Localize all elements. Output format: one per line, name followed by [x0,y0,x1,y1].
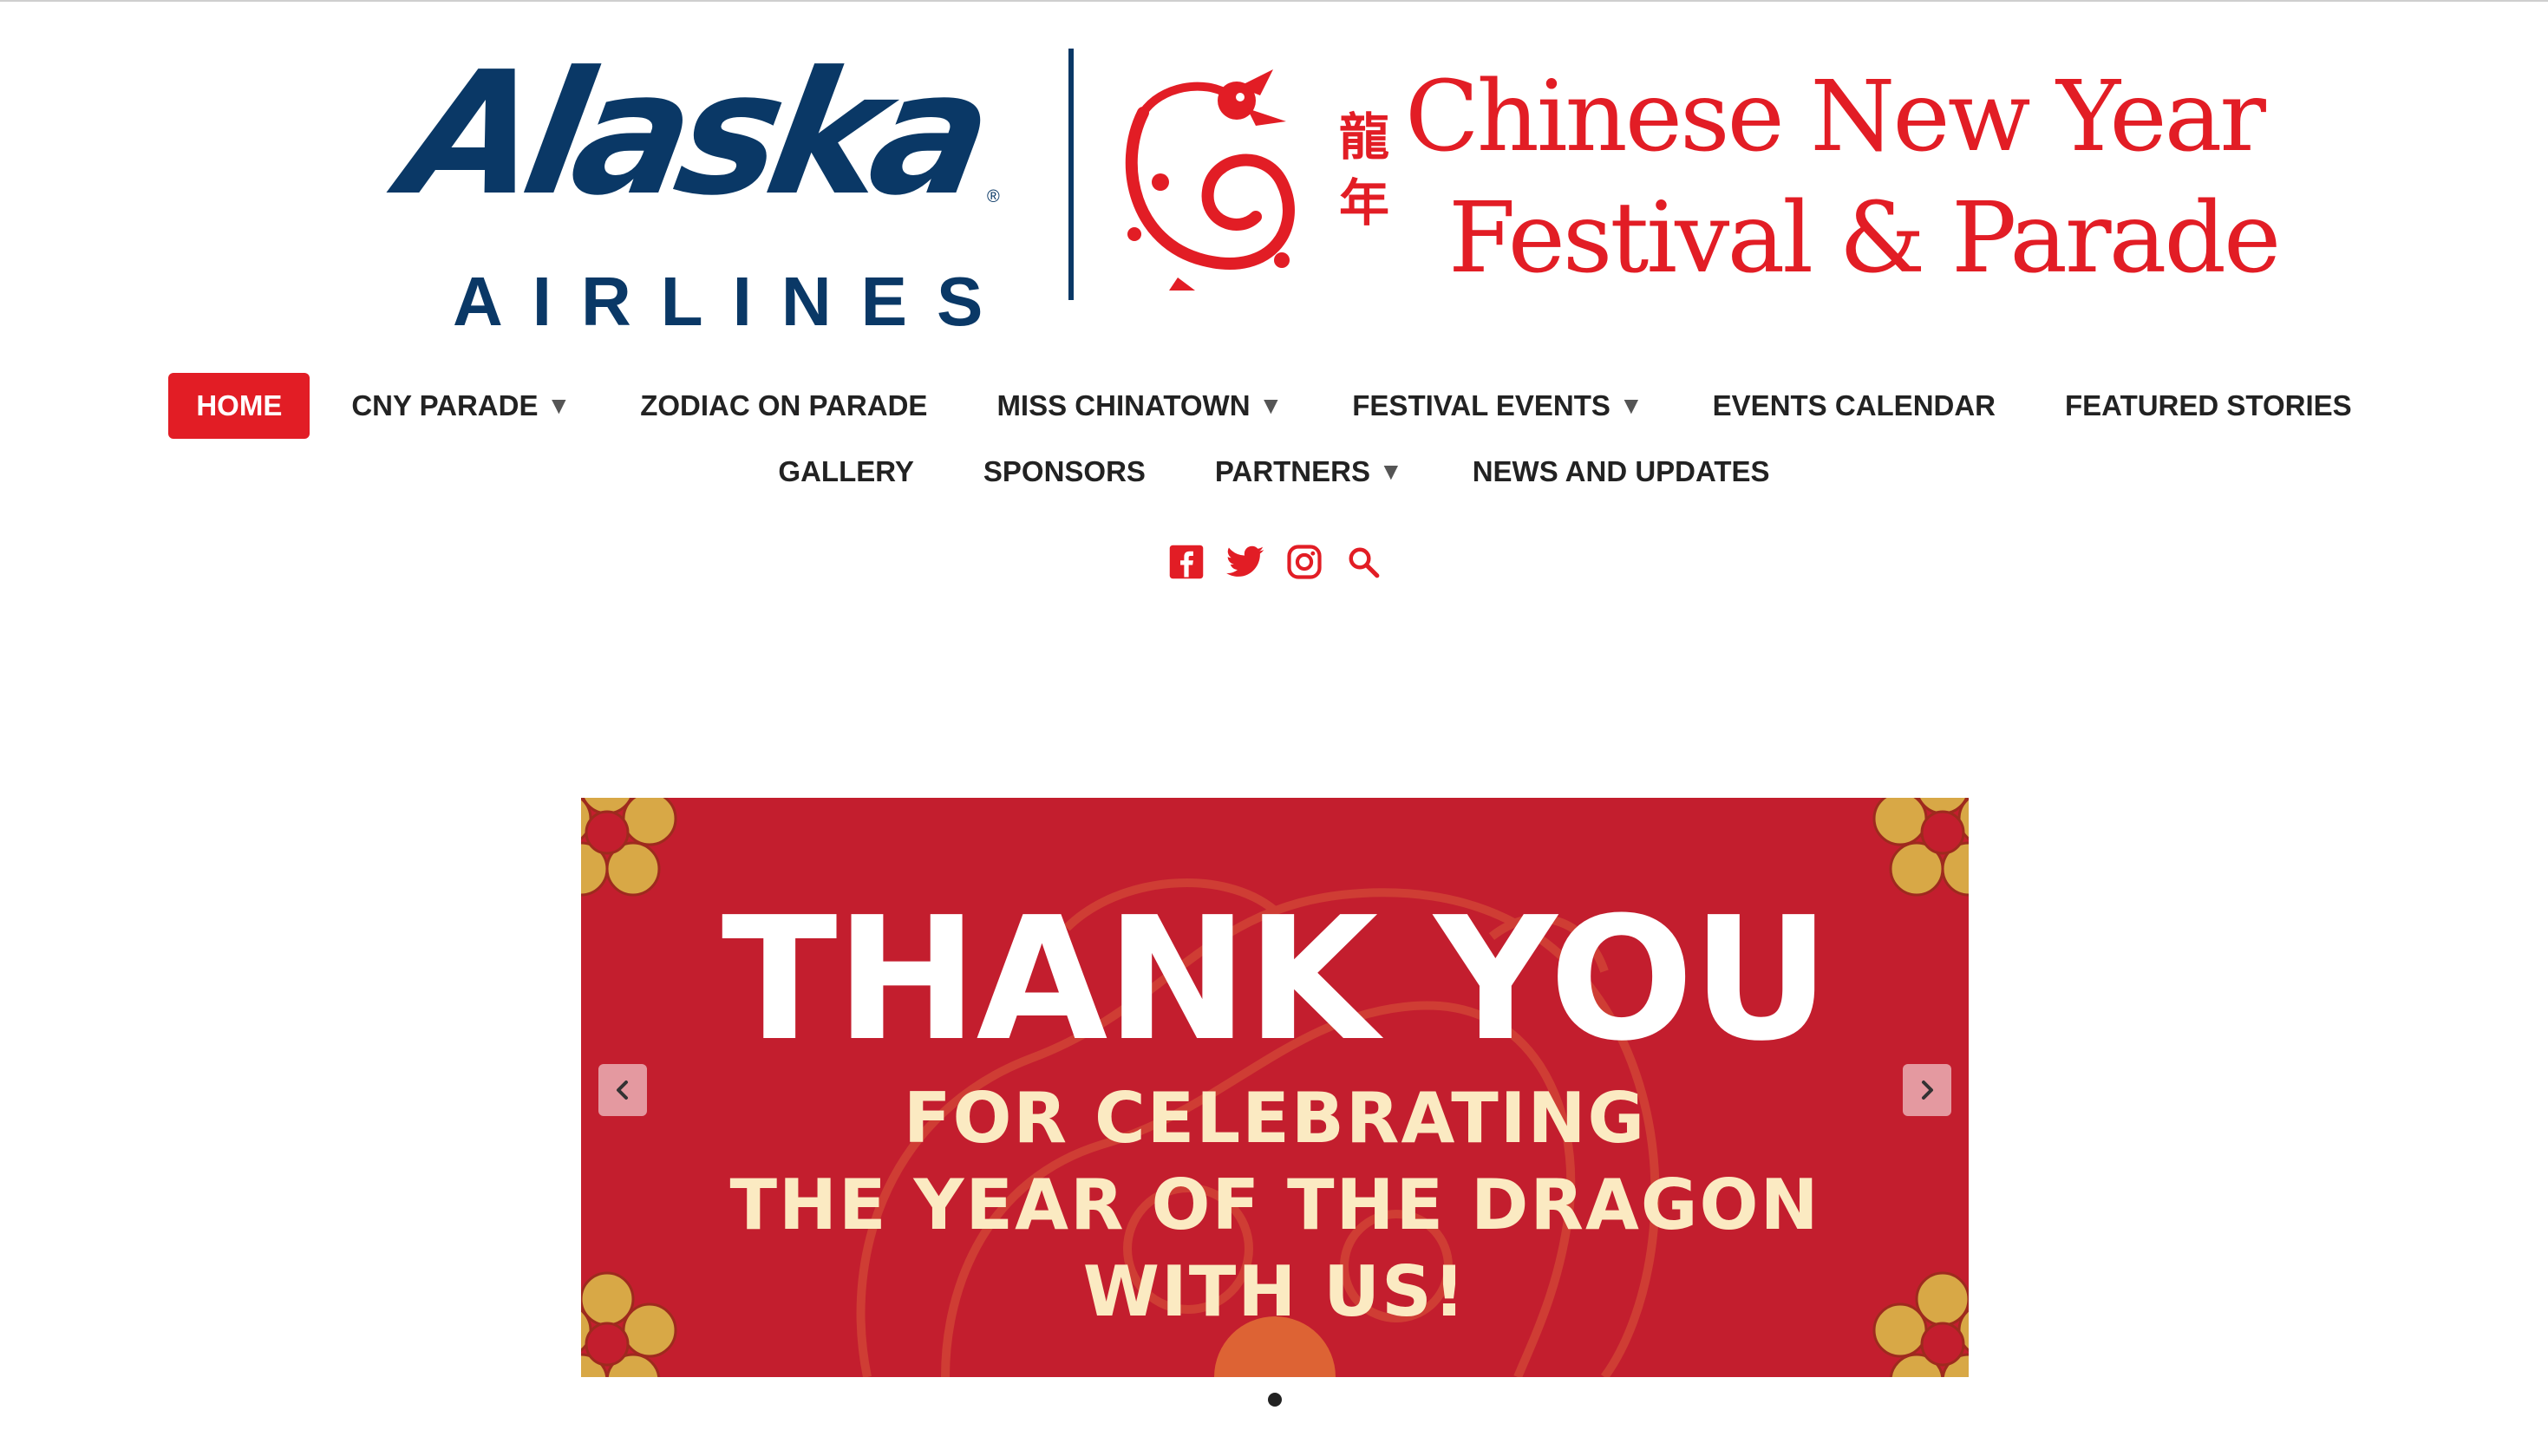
nav-item-partners[interactable]: PARTNERS ▼ [1187,439,1431,505]
nav-item-cny-parade[interactable]: CNY PARADE ▼ [323,373,598,439]
dragon-emblem-icon [1125,69,1295,291]
nav-item-label: ZODIAC ON PARADE [640,389,928,421]
caret-down-icon: ▼ [1618,392,1643,419]
nav-item-label: GALLERY [778,455,914,487]
nav-item-miss-chinatown[interactable]: MISS CHINATOWN ▼ [969,373,1310,439]
nav-item-label: NEWS AND UPDATES [1472,455,1770,487]
slider-dot-active[interactable] [1268,1393,1282,1407]
logo-divider [1068,49,1074,300]
nav-item-label: EVENTS CALENDAR [1712,389,1996,421]
nav-item-label: MISS CHINATOWN [996,389,1251,421]
social-links [1166,538,1392,586]
nav-item-label: CNY PARADE [351,389,539,421]
search-icon[interactable] [1343,542,1383,582]
airlines-wordmark: AIRLINES [453,263,1013,340]
caret-down-icon: ▼ [1258,392,1284,419]
chinese-char-year: 年 [1338,173,1389,232]
hero-slider: THANK YOU FOR CELEBRATING THE YEAR OF TH… [581,798,1969,1377]
chevron-right-icon [1922,1081,1933,1100]
nav-item-sponsors[interactable]: SPONSORS [956,439,1173,505]
nav-row-1: HOME CNY PARADE ▼ ZODIAC ON PARADE MISS … [0,371,2548,441]
slider-prev-button[interactable] [598,1064,647,1116]
slide-line: THE YEAR OF THE DRAGON [729,1165,1820,1245]
nav-item-zodiac-on-parade[interactable]: ZODIAC ON PARADE [612,373,955,439]
slider-dots [1262,1391,1288,1408]
nav-item-festival-events[interactable]: FESTIVAL EVENTS ▼ [1324,373,1670,439]
chevron-left-icon [617,1081,628,1100]
chinese-char-dragon: 龍 [1338,108,1389,166]
alaska-wordmark: Alaska [389,36,996,233]
slide-title: THANK YOU [721,881,1830,1079]
caret-down-icon: ▼ [546,392,572,419]
nav-item-label: SPONSORS [983,455,1146,487]
nav-item-events-calendar[interactable]: EVENTS CALENDAR [1685,373,2023,439]
slider-next-button[interactable] [1903,1064,1951,1116]
nav-row-2: GALLERY SPONSORS PARTNERS ▼ NEWS AND UPD… [0,437,2548,506]
nav-item-news-and-updates[interactable]: NEWS AND UPDATES [1445,439,1798,505]
caret-down-icon: ▼ [1379,458,1403,485]
nav-item-gallery[interactable]: GALLERY [750,439,941,505]
site-logo[interactable]: Alaska ® AIRLINES 龍 年 Chinese New Year F… [390,35,2281,336]
chinese-characters: 龍 年 [1334,104,1395,251]
nav-item-featured-stories[interactable]: FEATURED STORIES [2037,373,2380,439]
nav-item-label: FEATURED STORIES [2065,389,2352,421]
facebook-icon[interactable] [1166,542,1206,582]
event-title-line1: Chinese New Year [1405,61,2266,173]
instagram-icon[interactable] [1284,542,1324,582]
nav-item-label: FESTIVAL EVENTS [1352,389,1610,421]
twitter-icon[interactable] [1225,542,1265,582]
event-title-line2: Festival & Parade [1448,182,2281,295]
registered-mark: ® [987,187,1000,206]
top-border [0,0,2548,2]
nav-item-label: PARTNERS [1214,455,1370,487]
slide-line: WITH US! [1082,1251,1467,1332]
nav-item-home[interactable]: HOME [168,373,310,439]
slide-line: FOR CELEBRATING [903,1078,1647,1159]
nav-item-label: HOME [196,389,283,421]
